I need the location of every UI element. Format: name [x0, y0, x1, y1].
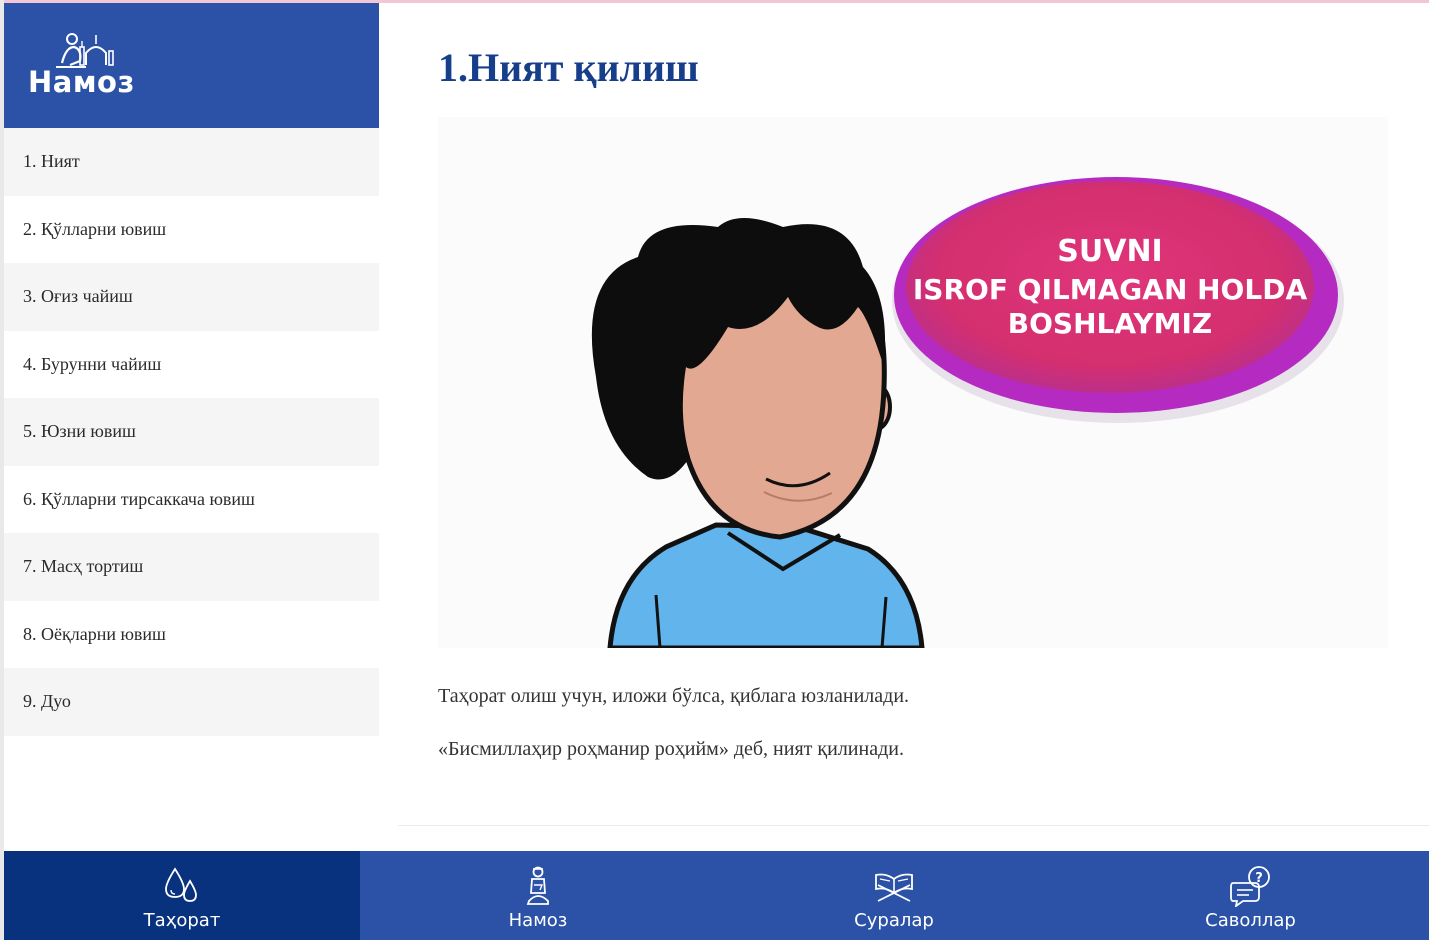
nav-namoz[interactable]: Намоз [360, 851, 716, 940]
nav-label-tahorat: Таҳорат [143, 910, 221, 931]
sidebar: Намоз 1. Ният 2. Қўлларни ювиш 3. Оғиз ч… [4, 3, 379, 851]
paragraph-bismillah: «Бисмиллаҳир роҳманир роҳийм» деб, ният … [438, 738, 904, 760]
sidebar-item-wash-face[interactable]: 5. Юзни ювиш [4, 398, 379, 466]
sidebar-item-wash-hands[interactable]: 2. Қўлларни ювиш [4, 195, 379, 263]
bubble-line-1: SUVNI [1057, 234, 1162, 269]
cartoon-boy-image: SUVNI ISROF QILMAGAN HOLDA BOSHLAYMIZ [438, 117, 1388, 648]
sidebar-item-wash-arms[interactable]: 6. Қўлларни тирсаккача ювиш [4, 465, 379, 533]
sidebar-item-dua[interactable]: 9. Дуо [4, 668, 379, 736]
question-chat-icon: ? [1229, 866, 1270, 907]
bottom-nav: Таҳорат Намоз Суралар ? Саволлар [4, 851, 1429, 940]
bubble-line-3: BOSHLAYMIZ [1008, 307, 1212, 340]
nav-label-savollar: Саволлар [1205, 910, 1296, 931]
steps-menu: 1. Ният 2. Қўлларни ювиш 3. Оғиз чайиш 4… [4, 128, 379, 736]
page-title: 1.Ният қилиш [438, 45, 699, 90]
sidebar-item-niyat[interactable]: 1. Ният [4, 128, 379, 196]
quran-stand-icon [875, 873, 913, 902]
logo[interactable]: Намоз [4, 3, 379, 128]
logo-text: Намоз [28, 65, 135, 99]
paragraph-qibla: Таҳорат олиш учун, иложи бўлса, қиблага … [438, 685, 910, 707]
sidebar-item-rinse-nose[interactable]: 4. Бурунни чайиш [4, 330, 379, 398]
water-drops-icon [165, 867, 197, 902]
bubble-line-2: ISROF QILMAGAN HOLDA [913, 273, 1308, 306]
sidebar-item-masah[interactable]: 7. Масҳ тортиш [4, 533, 379, 601]
sidebar-item-wash-feet[interactable]: 8. Оёқларни ювиш [4, 600, 379, 668]
content-divider [398, 825, 1429, 826]
nav-savollar[interactable]: ? Саволлар [1072, 851, 1429, 940]
sidebar-item-rinse-mouth[interactable]: 3. Оғиз чайиш [4, 263, 379, 331]
nav-label-namoz: Намоз [508, 910, 568, 931]
nav-label-suralar: Суралар [854, 910, 934, 931]
nav-tahorat[interactable]: Таҳорат [4, 851, 360, 940]
illustration: SUVNI ISROF QILMAGAN HOLDA BOSHLAYMIZ [438, 117, 1388, 648]
nav-suralar[interactable]: Суралар [716, 851, 1072, 940]
praying-person-icon [526, 866, 549, 905]
